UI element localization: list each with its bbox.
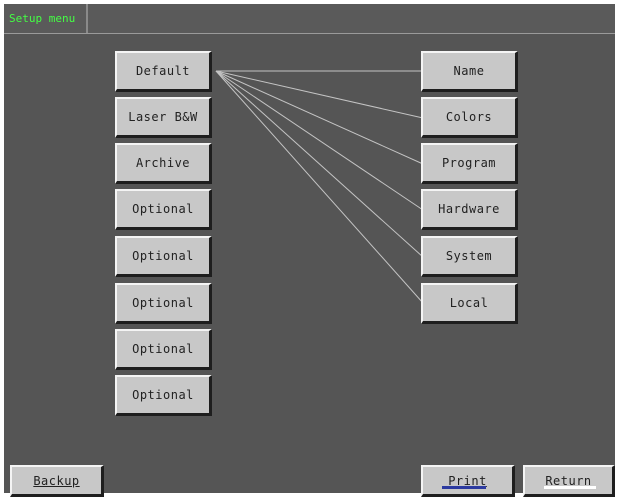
default-button[interactable]: Default <box>115 51 212 92</box>
connector-line-program <box>215 70 424 165</box>
print-accent-bar <box>442 486 486 489</box>
connector-line-system <box>215 70 424 258</box>
connector-lines <box>215 70 424 304</box>
optional-button-label: Optional <box>132 342 194 356</box>
hardware-button-label: Hardware <box>438 202 500 216</box>
optional-button-3[interactable]: Optional <box>115 283 212 324</box>
backup-button[interactable]: Backup <box>10 465 104 497</box>
optional-button-2[interactable]: Optional <box>115 236 212 277</box>
connector-line-local <box>215 70 424 304</box>
local-button[interactable]: Local <box>421 283 518 324</box>
return-button[interactable]: Return <box>523 465 615 497</box>
setup-screen: Setup menu Default Laser B&W Archive Opt… <box>4 4 615 497</box>
return-accent-bar <box>544 486 596 489</box>
optional-button-label: Optional <box>132 388 194 402</box>
archive-button[interactable]: Archive <box>115 143 212 184</box>
optional-button-label: Optional <box>132 296 194 310</box>
hardware-button[interactable]: Hardware <box>421 189 518 230</box>
laser-bw-button[interactable]: Laser B&W <box>115 97 212 138</box>
backup-button-label: Backup <box>33 473 80 488</box>
connector-line-colors <box>215 70 424 119</box>
connector-line-hardware <box>215 70 424 211</box>
archive-button-label: Archive <box>135 156 191 170</box>
default-button-label: Default <box>135 64 191 78</box>
system-button[interactable]: System <box>421 236 518 277</box>
optional-button-5[interactable]: Optional <box>115 375 212 416</box>
optional-button-label: Optional <box>132 202 194 216</box>
program-button[interactable]: Program <box>421 143 518 184</box>
print-button[interactable]: Print <box>421 465 515 497</box>
colors-button-label: Colors <box>445 110 493 124</box>
system-button-label: System <box>445 249 493 263</box>
optional-button-1[interactable]: Optional <box>115 189 212 230</box>
program-button-label: Program <box>441 156 497 170</box>
colors-button[interactable]: Colors <box>421 97 518 138</box>
optional-button-4[interactable]: Optional <box>115 329 212 370</box>
laser-bw-button-label: Laser B&W <box>128 110 198 124</box>
local-button-label: Local <box>449 296 489 310</box>
optional-button-label: Optional <box>132 249 194 263</box>
name-button-label: Name <box>453 64 485 78</box>
name-button[interactable]: Name <box>421 51 518 92</box>
